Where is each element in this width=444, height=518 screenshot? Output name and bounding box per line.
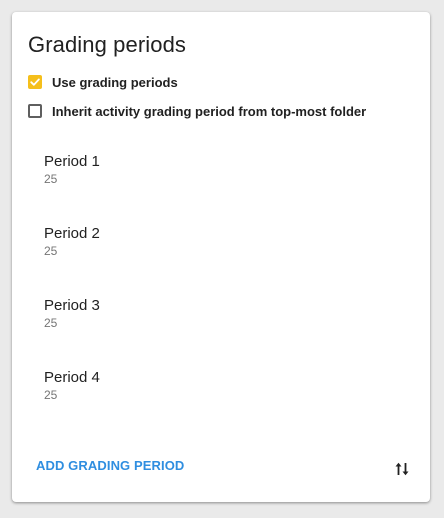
- period-item[interactable]: Period 4 25: [44, 369, 100, 402]
- period-item[interactable]: Period 3 25: [44, 297, 100, 330]
- swap-vert-icon: [395, 462, 409, 476]
- use-grading-periods-label: Use grading periods: [52, 74, 178, 90]
- inherit-period-label: Inherit activity grading period from top…: [52, 103, 367, 119]
- checkmark-icon: [30, 78, 40, 86]
- use-grading-periods-option[interactable]: Use grading periods: [28, 72, 178, 92]
- period-weight: 25: [44, 244, 58, 258]
- period-name: Period 4: [44, 369, 100, 386]
- period-name: Period 2: [44, 225, 100, 242]
- period-name: Period 1: [44, 153, 100, 170]
- sort-button[interactable]: [391, 458, 413, 480]
- period-name: Period 3: [44, 297, 100, 314]
- panel-title: Grading periods: [28, 32, 187, 57]
- period-item[interactable]: Period 1 25: [44, 153, 100, 186]
- use-grading-periods-checkbox[interactable]: [28, 75, 42, 89]
- period-weight: 25: [44, 172, 58, 186]
- grading-periods-card: Grading periods Use grading periods Inhe…: [12, 12, 430, 502]
- inherit-period-option[interactable]: Inherit activity grading period from top…: [28, 101, 366, 121]
- period-weight: 25: [44, 316, 58, 330]
- inherit-period-checkbox[interactable]: [28, 104, 42, 118]
- add-grading-period-button[interactable]: ADD GRADING PERIOD: [36, 458, 184, 473]
- period-item[interactable]: Period 2 25: [44, 225, 100, 258]
- period-weight: 25: [44, 388, 58, 402]
